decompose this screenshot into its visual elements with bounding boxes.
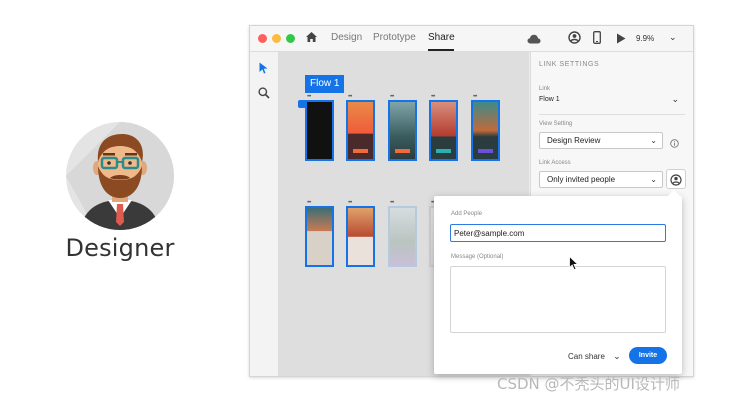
cloud-icon[interactable] [527, 32, 541, 47]
active-tab-indicator [428, 49, 454, 51]
play-icon[interactable] [616, 32, 626, 47]
artboard-handle: ••• [431, 94, 435, 100]
artboard[interactable]: ••• [429, 94, 458, 161]
designer-avatar [66, 122, 174, 230]
user-account-icon[interactable] [568, 31, 581, 47]
artboard[interactable]: ••• [346, 94, 375, 161]
artboard[interactable]: ••• [471, 94, 500, 161]
artboard-handle: ••• [390, 94, 394, 100]
view-setting-value: Design Review [547, 136, 601, 145]
chevron-down-icon: ⌄ [613, 351, 621, 361]
message-textarea[interactable] [450, 266, 666, 333]
view-setting-label: View Setting [539, 121, 573, 127]
artboard[interactable]: ••• [346, 200, 375, 267]
link-access-label: Link Access [539, 160, 571, 166]
close-window-button[interactable] [258, 34, 267, 43]
link-access-dropdown[interactable]: Only invited people ⌄ [539, 171, 663, 188]
mobile-preview-icon[interactable] [593, 31, 601, 47]
tab-share[interactable]: Share [428, 32, 455, 43]
artboard[interactable]: ••• [388, 200, 417, 267]
artboard-handle: ••• [307, 200, 311, 206]
title-bar: Design Prototype Share 9.9% ⌄ [250, 26, 693, 52]
popover-arrow [668, 190, 680, 196]
zoom-window-button[interactable] [286, 34, 295, 43]
invite-people-button[interactable] [666, 169, 686, 189]
link-label: Link [539, 86, 551, 92]
artboard[interactable]: ••• [388, 94, 417, 161]
email-field[interactable] [450, 224, 666, 242]
add-user-icon [670, 173, 682, 191]
artboard-button [395, 149, 410, 153]
artboard-handle: ••• [348, 94, 352, 100]
invite-popover: Add People Message (Optional) Can share … [434, 190, 682, 374]
tools-toolbar [250, 52, 279, 376]
message-label: Message (Optional) [451, 254, 504, 260]
chevron-down-icon: ⌄ [671, 94, 679, 104]
artboard-handle: ••• [473, 94, 477, 100]
home-icon[interactable] [305, 31, 318, 46]
zoom-level-dropdown[interactable]: 9.9% ⌄ [632, 30, 680, 48]
view-setting-dropdown[interactable]: Design Review ⌄ [539, 132, 663, 149]
artboard-handle: ••• [307, 94, 311, 100]
info-icon[interactable] [670, 135, 679, 153]
permission-dropdown[interactable]: Can share ⌄ [568, 351, 621, 362]
flow-label[interactable]: Flow 1 [305, 75, 345, 93]
tab-prototype[interactable]: Prototype [373, 32, 416, 43]
chevron-down-icon: ⌄ [669, 32, 677, 42]
zoom-level-value: 9.9% [636, 34, 655, 43]
tab-design[interactable]: Design [331, 32, 362, 43]
artboard[interactable]: ••• [305, 94, 334, 161]
panel-title: LINK SETTINGS [539, 61, 600, 68]
add-people-label: Add People [451, 211, 483, 217]
mouse-cursor-icon [569, 255, 580, 276]
link-value: Flow 1 [539, 96, 560, 103]
permission-value: Can share [568, 352, 605, 361]
watermark: CSDN @不秃头的UI设计师 [497, 375, 680, 393]
link-dropdown[interactable]: Flow 1 ⌄ [539, 94, 679, 108]
chevron-down-icon: ⌄ [650, 175, 657, 184]
artboard-button [436, 149, 451, 153]
artboard-button [478, 149, 493, 153]
artboard[interactable]: ••• [305, 200, 334, 267]
select-tool-icon[interactable] [259, 61, 268, 79]
artboard-handle: ••• [348, 200, 352, 206]
minimize-window-button[interactable] [272, 34, 281, 43]
invite-button[interactable]: Invite [629, 347, 667, 364]
divider [539, 114, 685, 115]
artboard-handle: ••• [390, 200, 394, 206]
artboard-button [353, 149, 368, 153]
link-access-value: Only invited people [547, 175, 616, 184]
chevron-down-icon: ⌄ [650, 136, 657, 145]
persona-label: Designer [65, 234, 175, 262]
zoom-tool-search-icon[interactable] [258, 86, 270, 104]
